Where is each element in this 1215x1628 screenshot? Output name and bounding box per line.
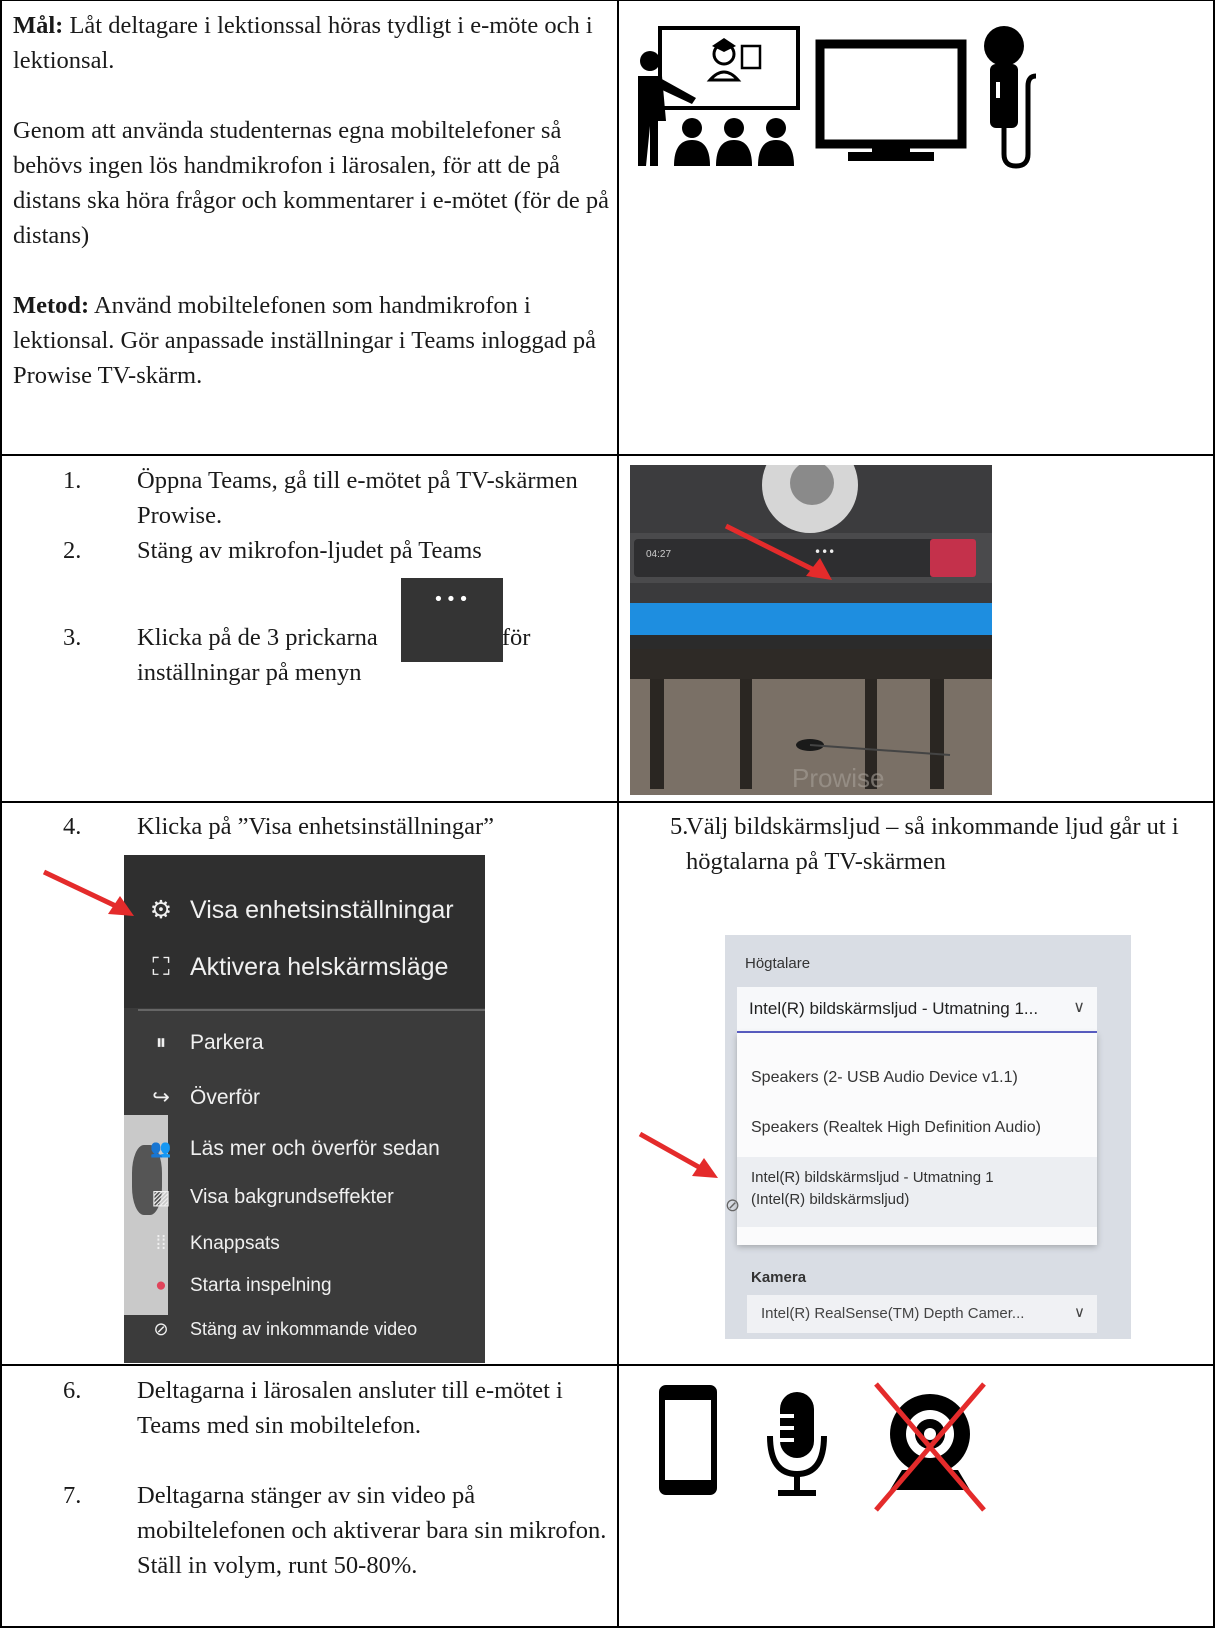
step-2: 2. Stäng av mikrofon-ljudet på Teams: [63, 537, 482, 564]
steps-1-3-cell: 1. Öppna Teams, gå till e-mötet på TV-skä…: [13, 463, 613, 793]
people-icon: 👥: [150, 1139, 172, 1158]
step-5: 5. Välj bildskärmsljud – så inkommande lj…: [670, 813, 1179, 875]
menu-item-park[interactable]: ⏸ Parkera: [146, 1031, 264, 1055]
step-6: 6. Deltagarna i lärosalen ansluter till e…: [63, 1377, 563, 1439]
menu-item-consult-transfer[interactable]: 👥 Läs mer och överför sedan: [146, 1137, 439, 1161]
red-arrow-2: [42, 869, 134, 916]
monitor-icon: [815, 39, 967, 161]
camera-select[interactable]: Intel(R) RealSense(TM) Depth Camer... ∨: [747, 1295, 1097, 1333]
menu-item-keypad[interactable]: ⁞⁞ Knappsats: [146, 1233, 280, 1255]
step-3: 3. Klicka på de 3 prickarna för inställning…: [63, 624, 531, 686]
method-text: Använd mobiltelefonen som handmikrofon i…: [13, 292, 596, 389]
goal-label: Mål:: [13, 12, 64, 39]
keypad-icon: ⁞⁞: [155, 1233, 167, 1254]
menu-item-transfer[interactable]: ↪ Överför: [146, 1085, 260, 1110]
chevron-down-icon: ∨: [1073, 999, 1085, 1016]
red-arrow-1: [724, 523, 832, 580]
mute-icon: ⊘: [725, 1195, 741, 1215]
goal-paragraph: Mål: Låt deltagare i lektionssal höras t…: [13, 8, 609, 78]
step-1: 1. Öppna Teams, gå till e-mötet på TV-skä…: [63, 467, 578, 529]
toolbar-time: 04:27: [646, 549, 672, 560]
menu-item-fullscreen[interactable]: ⛶ Aktivera helskärmsläge: [146, 953, 448, 982]
lecture-icons: [630, 6, 1210, 186]
record-icon: ●: [155, 1275, 167, 1296]
method-label: Metod:: [13, 292, 90, 319]
description-paragraph: Genom att använda studenternas egna mobi…: [13, 117, 609, 249]
teams-tv-photo: 04:27 ••• Prowise: [630, 465, 992, 795]
speaker-select[interactable]: Intel(R) bildskärmsljud - Utmatning 1...…: [737, 987, 1097, 1033]
menu-item-background-effects[interactable]: ▨ Visa bakgrundseffekter: [146, 1185, 394, 1210]
more-options-button-image: •••: [401, 578, 503, 662]
speaker-label: Högtalare: [745, 955, 811, 972]
chevron-down-icon: ∨: [1074, 1304, 1085, 1321]
goal-text: Låt deltagare i lektionssal höras tydlig…: [13, 12, 593, 74]
microphone-icon: [767, 1392, 827, 1496]
red-arrow-3: [638, 1131, 718, 1178]
video-off-icon: ⊘: [153, 1319, 169, 1339]
menu-item-device-settings[interactable]: ⚙ Visa enhetsinställningar: [146, 895, 454, 925]
step-5-cell: 5. Välj bildskärmsljud – så inkommande lj…: [628, 809, 1213, 889]
goal-method-cell: Mål: Låt deltagare i lektionssal höras t…: [13, 8, 609, 448]
speaker-dropdown-list: Speakers (2- USB Audio Device v1.1) Spea…: [737, 1033, 1097, 1245]
teacher-classroom-icon: [638, 26, 800, 166]
handheld-microphone-icon: [984, 26, 1037, 169]
speaker-option-intel-display[interactable]: Intel(R) bildskärmsljud - Utmatning 1 (I…: [737, 1157, 1097, 1227]
park-icon: ⏸: [155, 1031, 167, 1054]
teams-audio-settings-photo: Högtalare Intel(R) bildskärmsljud - Utma…: [725, 935, 1131, 1339]
step-7: 7. Deltagarna stänger av sin video på mob…: [63, 1482, 607, 1579]
background-icon: ▨: [151, 1187, 171, 1209]
steps-6-7-cell: 6. Deltagarna i lärosalen ansluter till e…: [13, 1373, 613, 1623]
teams-more-menu-screenshot: ⚙ Visa enhetsinställningar ⛶ Aktivera hels…: [124, 855, 485, 1363]
speaker-option-realtek[interactable]: Speakers (Realtek High Definition Audio): [751, 1119, 1041, 1137]
webcam-crossed-out-icon: [874, 1382, 986, 1512]
transfer-icon: ↪: [152, 1086, 170, 1109]
gear-icon: ⚙: [149, 896, 173, 924]
camera-label: Kamera: [751, 1269, 807, 1286]
participant-device-icons: [640, 1378, 1020, 1528]
fullscreen-icon: ⛶: [152, 953, 170, 981]
step-4: 4. Klicka på ”Visa enhetsinställningar”: [63, 813, 495, 840]
step-4-cell: 4. Klicka på ”Visa enhetsinställningar”: [13, 809, 613, 849]
menu-item-incoming-video-off[interactable]: ⊘ Stäng av inkommande video: [146, 1319, 417, 1340]
more-options-glyph: •••: [433, 589, 471, 610]
menu-item-start-recording[interactable]: ● Starta inspelning: [146, 1275, 331, 1297]
prowise-watermark: Prowise: [792, 763, 885, 793]
instruction-table: Mål: Låt deltagare i lektionssal höras t…: [0, 0, 1215, 1628]
mobile-phone-icon: [659, 1385, 717, 1495]
method-paragraph: Metod: Använd mobiltelefonen som handmik…: [13, 288, 609, 393]
speaker-option-usb[interactable]: Speakers (2- USB Audio Device v1.1): [751, 1069, 1018, 1087]
